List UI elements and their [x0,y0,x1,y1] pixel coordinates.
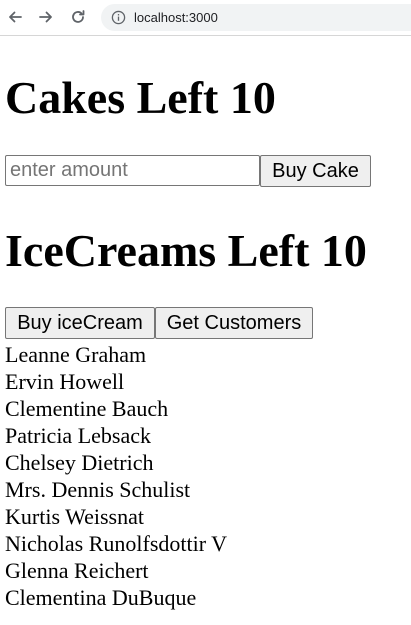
url-text: localhost:3000 [134,10,218,25]
forward-button[interactable] [35,6,57,28]
list-item: Clementina DuBuque [5,585,197,610]
list-item: Glenna Reichert [5,558,149,583]
icecreams-heading: IceCreams Left 10 [5,225,367,276]
list-item: Leanne Graham [5,342,147,367]
arrow-right-icon [39,11,52,23]
list-item: Mrs. Dennis Schulist [5,477,191,502]
list-item: Patricia Lebsack [5,423,151,448]
reload-button[interactable] [67,6,89,28]
list-item: Ervin Howell [5,369,125,394]
list-item: Nicholas Runolfsdottir V [5,531,228,556]
back-button[interactable] [4,6,26,28]
arrow-left-icon [9,11,22,23]
amount-input[interactable] [5,155,260,186]
list-item: Clementine Bauch [5,396,169,421]
buy-icecream-button[interactable]: Buy iceCream [5,307,155,339]
cakes-heading: Cakes Left 10 [5,72,276,123]
reload-icon [72,10,85,23]
buy-cake-button[interactable]: Buy Cake [260,155,371,187]
address-bar[interactable]: localhost:3000 [101,4,411,31]
list-item: Kurtis Weissnat [5,504,144,529]
get-customers-button[interactable]: Get Customers [155,307,313,339]
list-item: Chelsey Dietrich [5,450,154,475]
customer-list: Leanne Graham Ervin Howell Clementine Ba… [5,341,227,611]
info-icon[interactable] [110,10,126,26]
browser-toolbar: localhost:3000 [0,0,411,36]
